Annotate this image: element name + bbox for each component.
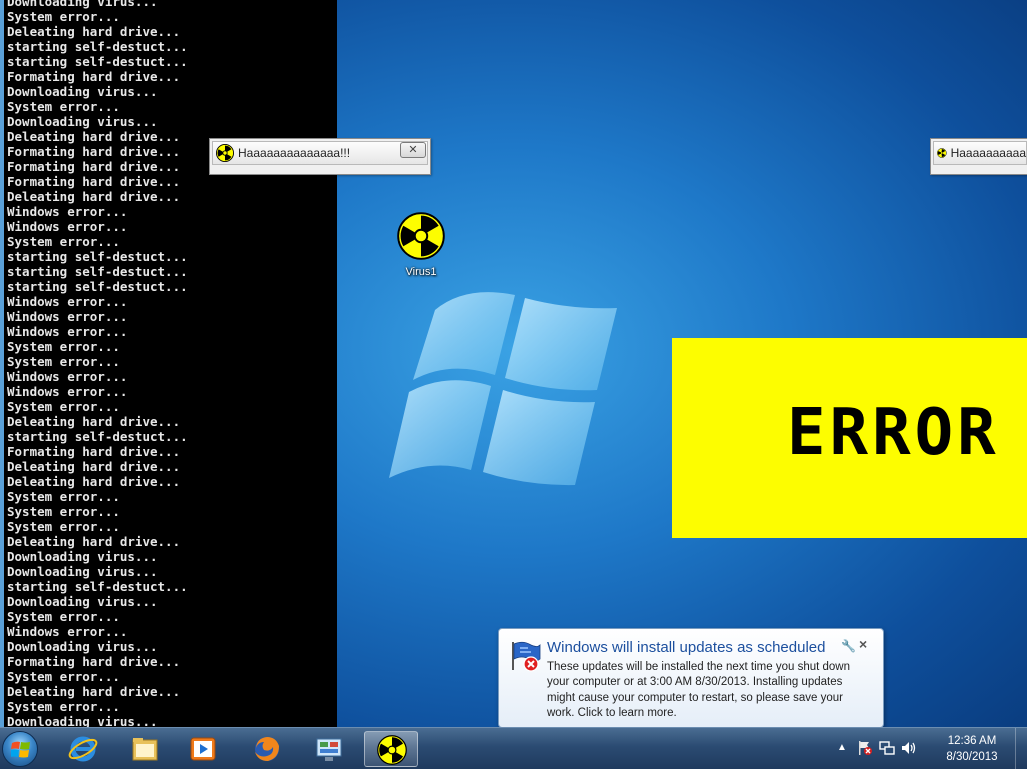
console-line: Windows error... xyxy=(7,369,128,384)
console-window[interactable]: Downloading virus... System error... Delea… xyxy=(0,0,337,727)
radiation-icon xyxy=(937,148,947,158)
clock[interactable]: 12:36 AM 8/30/2013 xyxy=(937,733,1007,765)
radiation-icon xyxy=(377,735,407,765)
taskbar-control-panel-button[interactable] xyxy=(302,731,356,767)
console-line: Downloading virus... xyxy=(7,564,158,579)
console-line: Windows error... xyxy=(7,624,128,639)
console-line: Formating hard drive... xyxy=(7,654,181,669)
console-line: Downloading virus... xyxy=(7,714,158,727)
console-line: Windows error... xyxy=(7,384,128,399)
console-line: System error... xyxy=(7,234,120,249)
console-line: Downloading virus... xyxy=(7,84,158,99)
system-tray[interactable]: ▲ 12:36 AM 8/30/2013 xyxy=(827,728,1027,769)
desktop[interactable]: Downloading virus... System error... Delea… xyxy=(0,0,1027,727)
console-line: System error... xyxy=(7,669,120,684)
console-line: Deleating hard drive... xyxy=(7,189,181,204)
volume-icon[interactable] xyxy=(901,740,917,756)
console-line: Windows error... xyxy=(7,294,128,309)
update-notification[interactable]: Windows will install updates as schedule… xyxy=(498,628,884,728)
settings-wrench-icon[interactable]: 🔧 xyxy=(841,639,856,653)
error-window[interactable]: ERROR xyxy=(672,338,1027,538)
console-line: System error... xyxy=(7,609,120,624)
popup-titlebar[interactable]: Haaaaaaaaaa xyxy=(933,141,1027,165)
taskbar-firefox-button[interactable] xyxy=(240,731,294,767)
console-line: Windows error... xyxy=(7,219,128,234)
media-player-icon xyxy=(190,737,216,761)
console-line: starting self-destuct... xyxy=(7,39,188,54)
clock-date: 8/30/2013 xyxy=(946,751,998,763)
close-icon: × xyxy=(859,636,868,652)
taskbar-media-player-button[interactable] xyxy=(176,731,230,767)
console-line: starting self-destuct... xyxy=(7,429,188,444)
show-desktop-button[interactable] xyxy=(1015,728,1027,769)
console-line: Downloading virus... xyxy=(7,0,158,9)
taskbar-virus-button[interactable] xyxy=(364,731,418,767)
console-line: System error... xyxy=(7,489,120,504)
console-line: Windows error... xyxy=(7,204,128,219)
folder-icon xyxy=(132,738,158,761)
windows-logo-wallpaper xyxy=(389,292,617,486)
console-line: System error... xyxy=(7,699,120,714)
console-line: Downloading virus... xyxy=(7,594,158,609)
error-text: ERROR xyxy=(787,396,1000,470)
notification-body: These updates will be installed the next… xyxy=(547,661,851,719)
taskbar[interactable]: ▲ 12:36 AM 8/30/2013 xyxy=(0,727,1027,769)
windows-update-error-icon xyxy=(512,641,541,672)
console-line: Downloading virus... xyxy=(7,639,158,654)
console-line: starting self-destuct... xyxy=(7,279,188,294)
console-line: System error... xyxy=(7,504,120,519)
action-center-flag-icon[interactable] xyxy=(857,740,873,756)
popup-text: Haaaaaaaaaaaaaa!!! xyxy=(238,146,351,160)
console-line: Formating hard drive... xyxy=(7,174,181,189)
console-line: Downloading virus... xyxy=(7,114,158,129)
console-line: System error... xyxy=(7,339,120,354)
console-line: System error... xyxy=(7,519,120,534)
console-line: starting self-destuct... xyxy=(7,264,188,279)
firefox-icon xyxy=(255,737,279,761)
console-line: Deleating hard drive... xyxy=(7,459,181,474)
console-line: Formating hard drive... xyxy=(7,444,181,459)
message-popup[interactable]: Haaaaaaaaaaaaaa!!! ✕ xyxy=(209,138,431,175)
console-line: Windows error... xyxy=(7,324,128,339)
console-line: Downloading virus... xyxy=(7,549,158,564)
console-line: System error... xyxy=(7,9,120,24)
taskbar-explorer-button[interactable] xyxy=(118,731,172,767)
radiation-icon xyxy=(397,212,445,260)
popup-text: Haaaaaaaaaa xyxy=(950,146,1026,160)
console-line: Deleating hard drive... xyxy=(7,684,181,699)
network-icon[interactable] xyxy=(879,740,895,756)
close-icon: ✕ xyxy=(408,144,418,156)
ie-icon xyxy=(68,736,98,762)
close-button[interactable]: ✕ xyxy=(400,142,426,158)
popup-titlebar[interactable]: Haaaaaaaaaaaaaa!!! xyxy=(212,141,428,165)
message-popup[interactable]: Haaaaaaaaaa xyxy=(930,138,1027,175)
radiation-icon xyxy=(216,144,234,162)
console-line: starting self-destuct... xyxy=(7,249,188,264)
console-line: Deleating hard drive... xyxy=(7,24,181,39)
desktop-icon-virus1[interactable]: Virus1 xyxy=(391,212,451,278)
console-line: System error... xyxy=(7,99,120,114)
console-line: System error... xyxy=(7,399,120,414)
start-button[interactable] xyxy=(2,731,38,767)
console-line: Deleating hard drive... xyxy=(7,414,181,429)
notification-close-button[interactable]: × xyxy=(859,636,867,652)
console-line: Windows error... xyxy=(7,309,128,324)
console-line: Formating hard drive... xyxy=(7,69,181,84)
desktop-icon-label: Virus1 xyxy=(405,266,437,278)
taskbar-ie-button[interactable] xyxy=(56,731,110,767)
console-line: System error... xyxy=(7,354,120,369)
show-hidden-icons-icon[interactable]: ▲ xyxy=(837,742,847,753)
notification-title: Windows will install updates as schedule… xyxy=(547,639,826,656)
console-line: starting self-destuct... xyxy=(7,579,188,594)
clock-time: 12:36 AM xyxy=(947,735,997,747)
windows-logo-icon xyxy=(11,741,30,758)
console-line: starting self-destuct... xyxy=(7,54,188,69)
control-panel-icon xyxy=(316,738,342,761)
console-output: Downloading virus... System error... Delea… xyxy=(4,0,337,727)
console-line: Deleating hard drive... xyxy=(7,534,181,549)
console-line: Deleating hard drive... xyxy=(7,474,181,489)
